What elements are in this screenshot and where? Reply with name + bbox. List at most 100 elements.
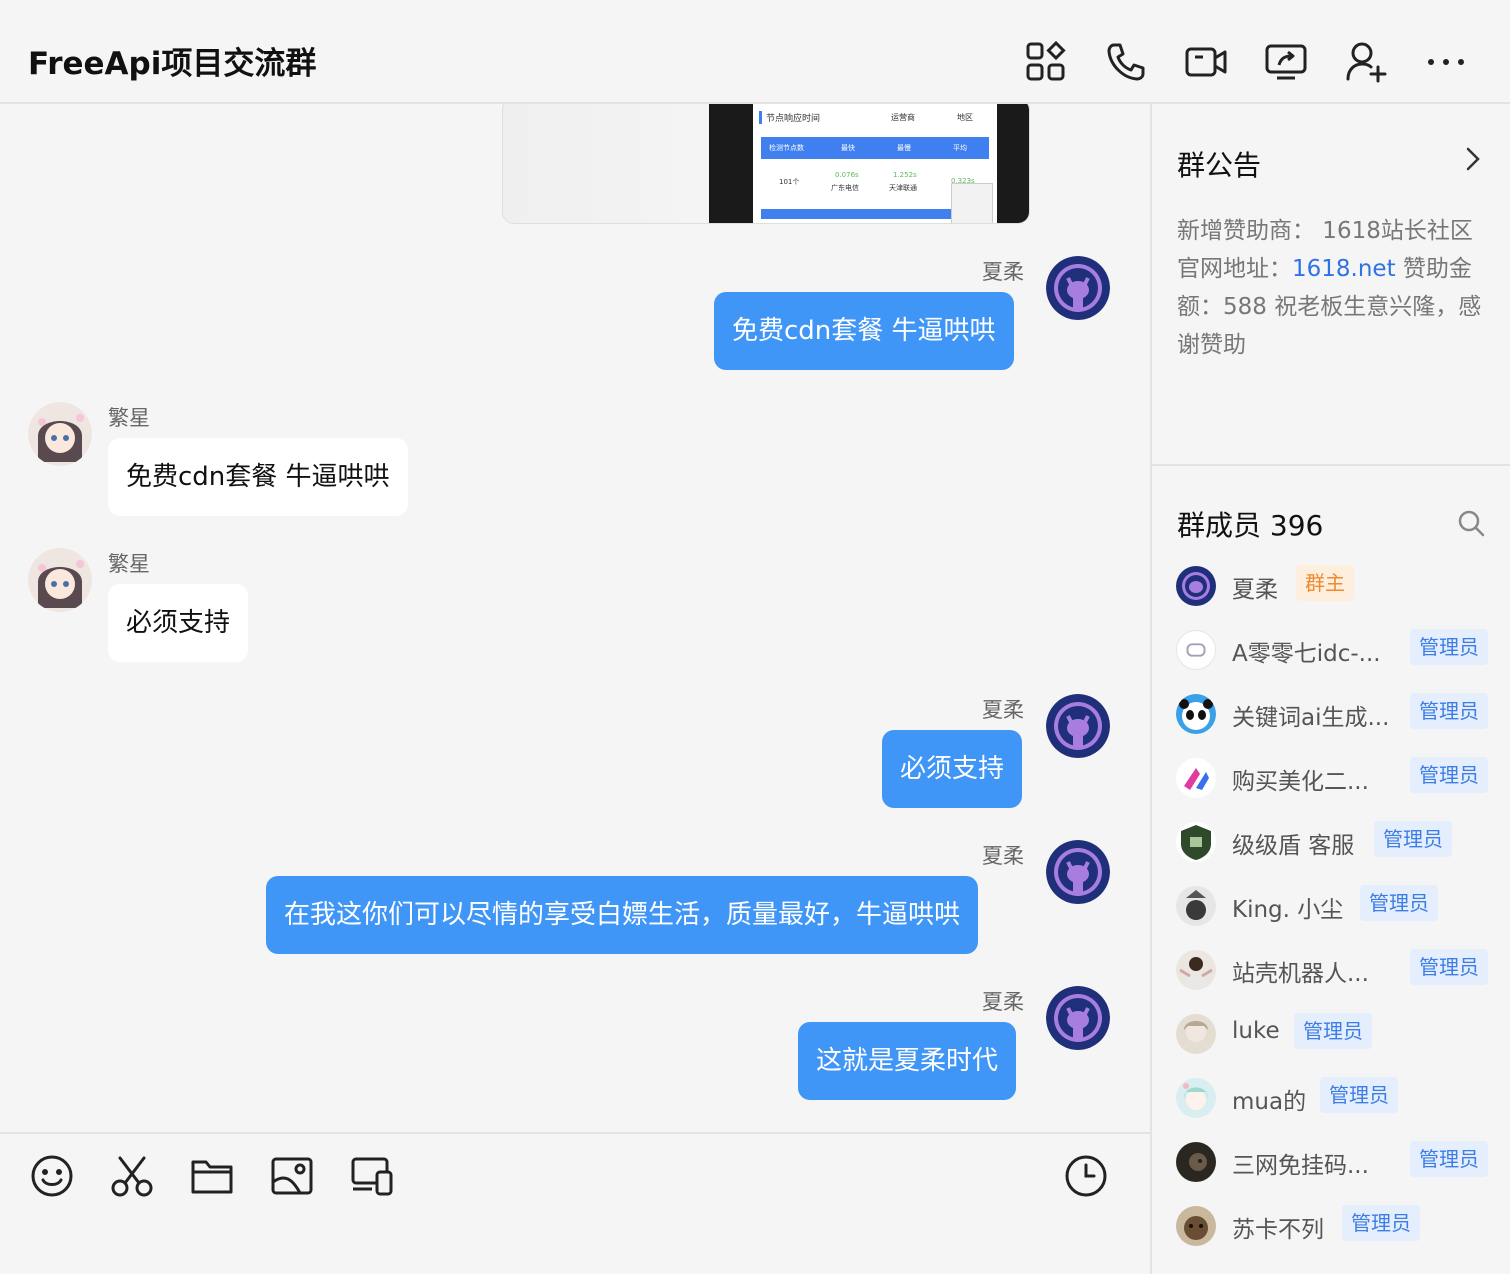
history-icon[interactable] <box>1064 1154 1108 1198</box>
screen-share-icon[interactable] <box>1265 41 1307 83</box>
anime-avatar[interactable] <box>28 402 92 466</box>
member-row[interactable]: 站壳机器人... 管理员 <box>1176 948 1506 992</box>
member-row[interactable]: 关键词ai生成... 管理员 <box>1176 692 1506 736</box>
chevron-right-icon[interactable] <box>1460 146 1486 172</box>
github-avatar[interactable] <box>1046 840 1110 904</box>
member-avatar <box>1176 630 1216 670</box>
admin-badge: 管理员 <box>1410 693 1488 729</box>
scissors-icon[interactable] <box>110 1154 154 1198</box>
member-name: 三网免挂码... <box>1232 1153 1369 1179</box>
message-bubble[interactable]: 这就是夏柔时代 <box>798 1022 1017 1100</box>
member-row[interactable]: 级级盾 客服 管理员 <box>1176 820 1506 864</box>
member-row[interactable]: A零零七idc-... 管理员 <box>1176 628 1506 672</box>
member-name: 关键词ai生成... <box>1232 705 1390 731</box>
phone-screenshot: 节点响应时间 运营商 地区 检测节点数 最快 最慢 平均 101个 0.076s… <box>709 104 1029 223</box>
sender-name: 夏柔 <box>982 990 1024 1014</box>
message-bubble[interactable]: 必须支持 <box>882 730 1023 808</box>
screenshot-cell: 广东电信 <box>831 184 859 192</box>
member-avatar <box>1176 1014 1216 1054</box>
admin-badge: 管理员 <box>1410 949 1488 985</box>
chat-header: FreeApi项目交流群 <box>0 0 1510 104</box>
devices-icon[interactable] <box>350 1154 394 1198</box>
sender-name: 夏柔 <box>982 698 1024 722</box>
member-name: A零零七idc-... <box>1232 641 1381 667</box>
message-bubble[interactable]: 免费cdn套餐 牛逼哄哄 <box>108 438 408 516</box>
member-avatar <box>1176 694 1216 734</box>
member-name: 购买美化二... <box>1232 769 1369 795</box>
member-avatar <box>1176 758 1216 798</box>
message-bubble[interactable]: 在我这你们可以尽情的享受白嫖生活，质量最好，牛逼哄哄 <box>266 876 979 954</box>
screenshot-cell: 101个 <box>779 178 800 186</box>
sender-name: 繁星 <box>108 406 150 430</box>
message-bubble[interactable]: 免费cdn套餐 牛逼哄哄 <box>714 292 1014 370</box>
member-row[interactable]: 购买美化二... 管理员 <box>1176 756 1506 800</box>
message-bubble[interactable]: 必须支持 <box>108 584 249 662</box>
anime-avatar[interactable] <box>28 548 92 612</box>
member-avatar <box>1176 1206 1216 1246</box>
member-name: 夏柔 <box>1232 577 1278 603</box>
member-row[interactable]: 三网免挂码... 管理员 <box>1176 1140 1506 1184</box>
sender-name: 繁星 <box>108 552 150 576</box>
screenshot-header-cell: 最快 <box>841 144 855 152</box>
admin-badge: 管理员 <box>1410 757 1488 793</box>
screenshot-cell: 天津联通 <box>889 184 917 192</box>
admin-badge: 管理员 <box>1342 1205 1420 1241</box>
member-row[interactable]: luke 管理员 <box>1176 1012 1506 1056</box>
member-row[interactable]: mua的 管理员 <box>1176 1076 1506 1120</box>
screenshot-title: 节点响应时间 <box>759 111 820 124</box>
screenshot-table-header: 检测节点数 最快 最慢 平均 <box>761 137 989 159</box>
input-toolbar <box>0 1132 1150 1274</box>
member-avatar <box>1176 950 1216 990</box>
search-icon[interactable] <box>1456 508 1486 538</box>
divider <box>1152 464 1510 466</box>
phone-icon[interactable] <box>1105 41 1147 83</box>
screenshot-cell: 1.252s <box>893 171 917 179</box>
image-message[interactable]: 节点响应时间 运营商 地区 检测节点数 最快 最慢 平均 101个 0.076s… <box>502 104 1030 224</box>
member-name: mua的 <box>1232 1089 1307 1115</box>
announcement-link[interactable]: 1618.net <box>1292 256 1396 282</box>
video-icon[interactable] <box>1185 41 1227 83</box>
add-member-icon[interactable] <box>1345 41 1387 83</box>
sender-name: 夏柔 <box>982 260 1024 284</box>
github-avatar[interactable] <box>1046 694 1110 758</box>
image-icon[interactable] <box>270 1154 314 1198</box>
member-name: 站壳机器人... <box>1232 961 1369 987</box>
group-title: FreeApi项目交流群 <box>28 46 317 82</box>
member-name: 苏卡不列 <box>1232 1217 1324 1243</box>
member-avatar <box>1176 886 1216 926</box>
screenshot-header-cell: 最慢 <box>897 144 911 152</box>
message-list[interactable]: 节点响应时间 运营商 地区 检测节点数 最快 最慢 平均 101个 0.076s… <box>0 104 1150 1132</box>
member-avatar <box>1176 822 1216 862</box>
sender-name: 夏柔 <box>982 844 1024 868</box>
member-name: King. 小尘 <box>1232 897 1344 923</box>
screenshot-header-cell: 检测节点数 <box>769 144 804 152</box>
member-avatar <box>1176 1078 1216 1118</box>
admin-badge: 管理员 <box>1320 1077 1398 1113</box>
apps-icon[interactable] <box>1025 41 1067 83</box>
more-icon[interactable] <box>1425 41 1467 83</box>
screenshot-region-select: 地区 <box>957 113 973 122</box>
admin-badge: 管理员 <box>1410 629 1488 665</box>
screenshot-header-cell: 平均 <box>953 144 967 152</box>
admin-badge: 管理员 <box>1374 821 1452 857</box>
member-row[interactable]: 夏柔 群主 <box>1176 564 1506 608</box>
admin-badge: 管理员 <box>1294 1013 1372 1049</box>
recaptcha-icon <box>951 183 993 223</box>
group-sidebar: 群公告 新增赞助商： 1618站长社区 官网地址：1618.net 赞助金额：5… <box>1150 104 1510 1274</box>
member-row[interactable]: 苏卡不列 管理员 <box>1176 1204 1506 1248</box>
github-avatar[interactable] <box>1046 256 1110 320</box>
member-name: 级级盾 客服 <box>1232 833 1355 859</box>
github-avatar[interactable] <box>1046 986 1110 1050</box>
member-row[interactable]: King. 小尘 管理员 <box>1176 884 1506 928</box>
folder-icon[interactable] <box>190 1154 234 1198</box>
admin-badge: 管理员 <box>1360 885 1438 921</box>
screenshot-isp-select: 运营商 <box>891 113 915 122</box>
announcement-text: 新增赞助商： 1618站长社区 官网地址：1618.net 赞助金额：588 祝… <box>1177 212 1487 364</box>
member-avatar <box>1176 1142 1216 1182</box>
emoji-icon[interactable] <box>30 1154 74 1198</box>
announcement-title: 群公告 <box>1177 149 1262 182</box>
members-title: 群成员 396 <box>1177 509 1324 542</box>
member-name: luke <box>1232 1018 1280 1044</box>
screenshot-cell: 0.076s <box>835 171 859 179</box>
member-avatar <box>1176 566 1216 606</box>
